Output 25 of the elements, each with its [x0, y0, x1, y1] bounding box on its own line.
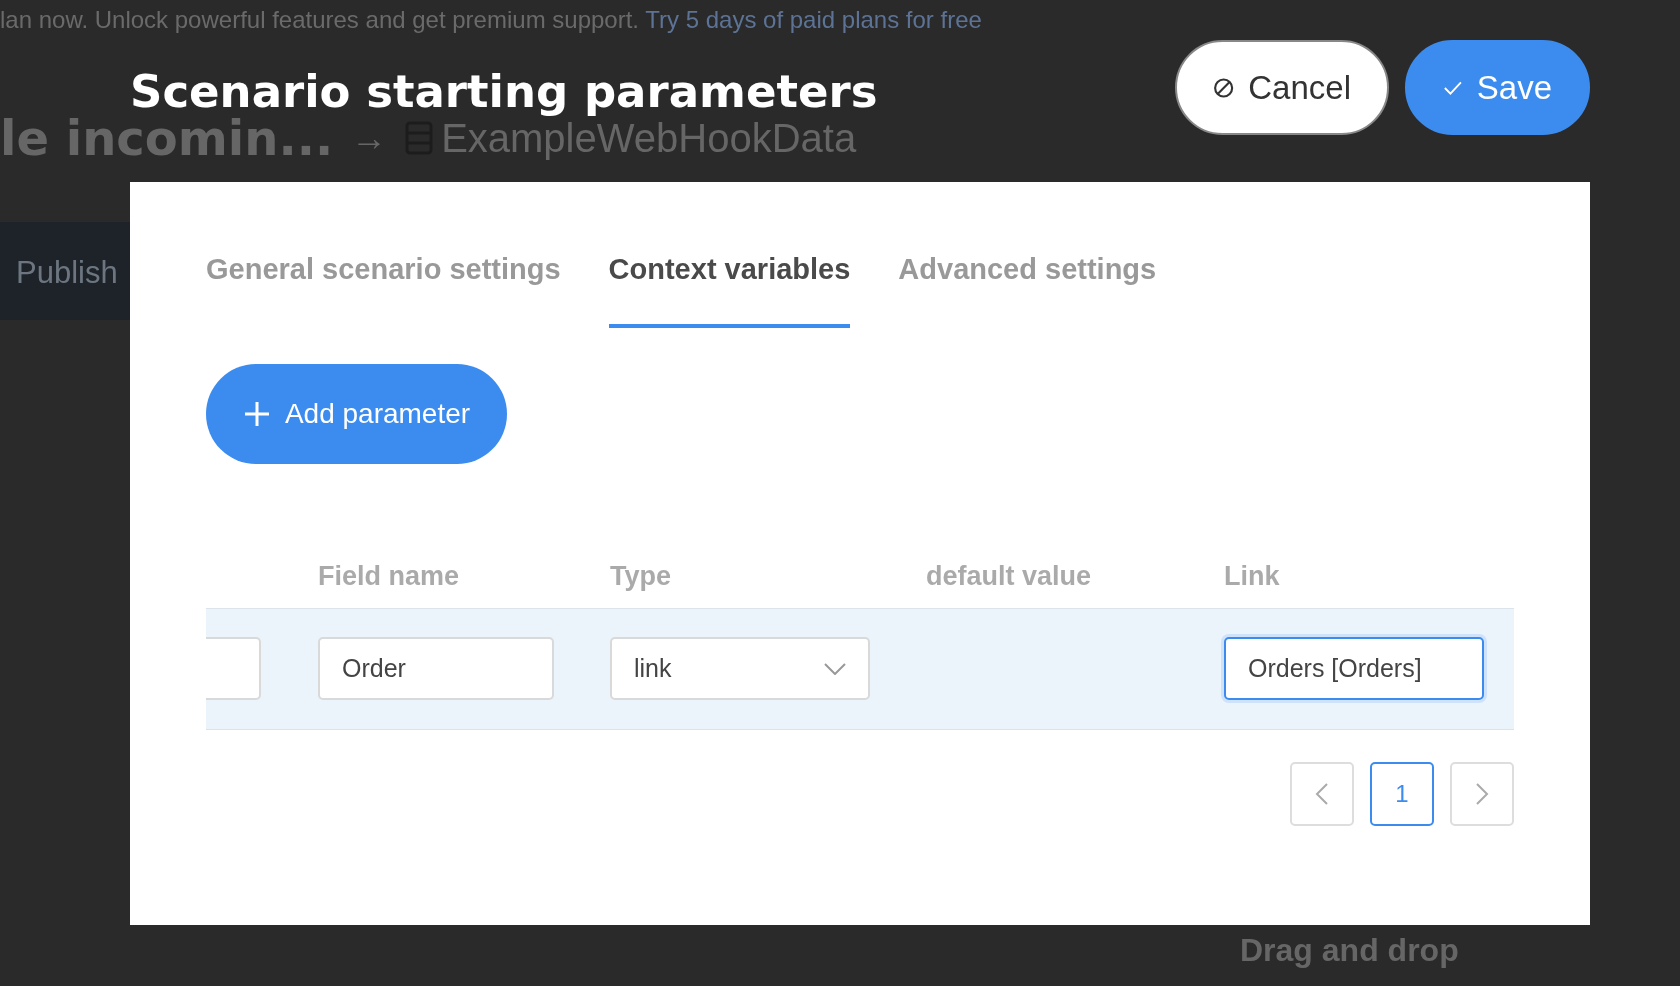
trial-link[interactable]: Try 5 days of paid plans for free — [645, 6, 982, 33]
field-name-input[interactable]: Order — [318, 637, 554, 700]
next-page-button[interactable] — [1450, 761, 1514, 826]
add-parameter-button[interactable]: Add parameter — [206, 363, 507, 464]
link-input[interactable]: Orders [Orders] — [1224, 637, 1484, 700]
tab[interactable]: Context variables — [608, 248, 851, 328]
chevron-left-icon — [1315, 782, 1329, 805]
type-select[interactable]: link — [610, 637, 870, 700]
tab[interactable]: Advanced settings — [898, 248, 1157, 328]
chevron-right-icon — [1475, 782, 1489, 805]
plus-icon — [242, 399, 271, 428]
column-header: Type — [610, 560, 671, 591]
save-button[interactable]: Save — [1405, 40, 1590, 135]
cancel-button[interactable]: Cancel — [1175, 40, 1389, 135]
column-header: default value — [926, 560, 1092, 591]
drag-hint: Drag and drop — [1240, 932, 1459, 969]
arrow-text: → — [351, 120, 388, 156]
column-header: Link — [1224, 560, 1280, 591]
tab[interactable]: General scenario settings — [206, 248, 561, 328]
column-header: Field name — [318, 560, 460, 591]
breadcrumb-text: ExampleWebHookData — [441, 116, 857, 162]
page-button[interactable]: 1 — [1370, 761, 1434, 826]
previous-page-button[interactable] — [1290, 761, 1354, 826]
banner-text: lan now. Unlock powerful features and get premium support. — [0, 6, 640, 33]
chevron-down-icon — [824, 662, 846, 675]
